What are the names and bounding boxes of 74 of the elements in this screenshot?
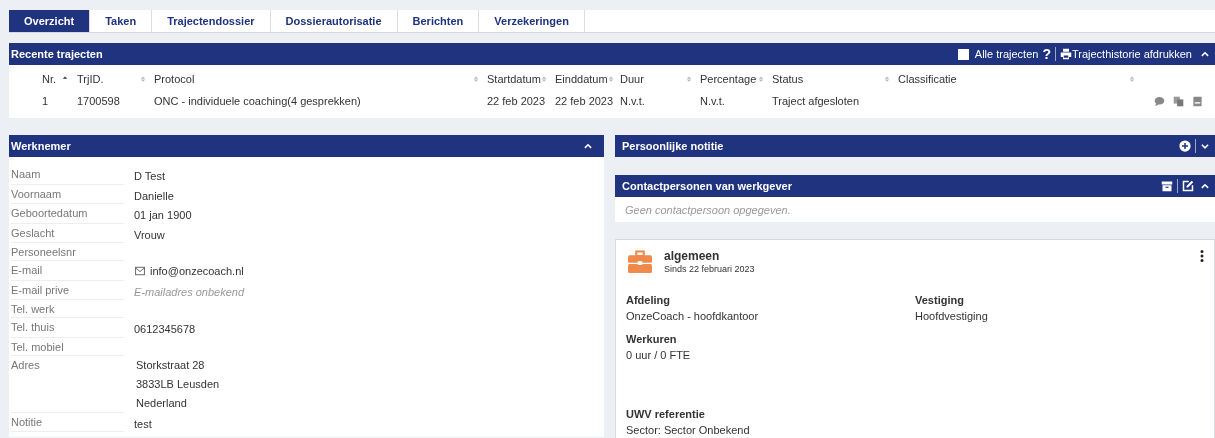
column-header: Nr. bbox=[42, 71, 57, 87]
field-value: 0612345678 bbox=[134, 323, 196, 335]
chevron-icon[interactable] bbox=[583, 141, 593, 151]
panel-title: Werknemer bbox=[11, 138, 71, 154]
group-label: Werkuren bbox=[626, 333, 678, 346]
group-label: Afdeling bbox=[626, 294, 671, 307]
mail-icon bbox=[134, 266, 146, 276]
add-icon[interactable] bbox=[1179, 140, 1191, 152]
archive-icon[interactable] bbox=[1161, 180, 1173, 192]
chevron-icon[interactable] bbox=[1200, 181, 1210, 191]
column-header: TrjID. bbox=[77, 71, 104, 87]
field-label: Tel. werk bbox=[11, 300, 124, 318]
column-header: Startdatum bbox=[487, 71, 541, 87]
field-label: E-mail bbox=[11, 261, 124, 281]
table-cell: 22 feb 2023 bbox=[555, 94, 614, 107]
checkbox-label[interactable]: Alle trajecten bbox=[974, 45, 1039, 63]
chevron-icon[interactable] bbox=[1200, 49, 1210, 59]
group-label: UWV referentie bbox=[626, 408, 706, 421]
panel-title: Persoonlijke notitie bbox=[622, 138, 724, 154]
field-value: E-mailadres onbekend bbox=[134, 285, 245, 298]
edit-icon[interactable] bbox=[1182, 180, 1194, 192]
table-cell: 1 bbox=[42, 94, 49, 107]
field-value: Danielle bbox=[134, 189, 174, 202]
field-label: Tel. mobiel bbox=[11, 337, 124, 356]
copy-icon[interactable] bbox=[1173, 95, 1184, 107]
printer-icon[interactable] bbox=[1059, 48, 1072, 60]
table-cell: N.v.t. bbox=[620, 94, 645, 107]
field-label: Naam bbox=[11, 165, 124, 185]
group-value: Sector: Sector Onbekend bbox=[626, 424, 751, 437]
field-label: E-mail prive bbox=[11, 280, 124, 300]
column-header: Duur bbox=[620, 71, 644, 87]
more-icon[interactable] bbox=[1200, 250, 1204, 262]
field-value: D Test bbox=[134, 170, 165, 182]
table-cell: ONC - individuele coaching(4 gesprekken) bbox=[154, 94, 361, 107]
field-label: Personeelsnr bbox=[11, 243, 124, 261]
field-label: Tel. thuis bbox=[11, 318, 124, 338]
column-header: Classificatie bbox=[898, 71, 957, 87]
column-header: Einddatum bbox=[555, 71, 608, 87]
book-icon[interactable] bbox=[1192, 95, 1203, 107]
column-header: Protocol bbox=[154, 71, 195, 87]
column-header: Status bbox=[772, 71, 804, 87]
table-cell: Traject afgesloten bbox=[772, 94, 860, 107]
field-value: Nederland bbox=[136, 395, 188, 411]
help-icon[interactable]: ? bbox=[1042, 43, 1051, 65]
panel-title: Contactpersonen van werkgever bbox=[622, 178, 792, 194]
chevron-icon[interactable] bbox=[1200, 141, 1210, 151]
briefcase-icon bbox=[626, 250, 654, 274]
panel-title: Recente trajecten bbox=[11, 46, 103, 62]
table-cell: 22 feb 2023 bbox=[487, 94, 546, 107]
group-value: Hoofdvestiging bbox=[915, 310, 989, 323]
field-value: Vrouw bbox=[134, 228, 165, 241]
field-value: 3833LB Leusden bbox=[136, 376, 220, 392]
table-cell: 1700598 bbox=[77, 94, 120, 107]
empty-message: Geen contactpersoon opgegeven. bbox=[625, 204, 791, 216]
field-label: Adres bbox=[11, 355, 124, 413]
field-label: Notitie bbox=[11, 412, 124, 432]
since-date: Sinds 22 februari 2023 bbox=[664, 263, 755, 276]
checkbox[interactable] bbox=[957, 48, 969, 60]
field-label: Geslacht bbox=[11, 223, 124, 243]
table-cell: N.v.t. bbox=[700, 94, 725, 107]
group-value: 0 uur / 0 FTE bbox=[626, 349, 692, 362]
card-title: algemeen bbox=[664, 250, 721, 263]
group-value: OnzeCoach - hoofdkantoor bbox=[626, 310, 760, 323]
field-value: 01 jan 1900 bbox=[134, 209, 192, 221]
group-label: Vestiging bbox=[915, 294, 965, 307]
field-label: Geboortedatum bbox=[11, 204, 124, 224]
tab[interactable]: Overzicht bbox=[9, 10, 91, 32]
email-link[interactable]: info@onzecoach.nl bbox=[150, 265, 244, 277]
field-value: test bbox=[134, 417, 152, 430]
print-link[interactable]: Trajecthistorie afdrukken bbox=[1071, 45, 1192, 63]
column-header: Percentage bbox=[700, 71, 757, 87]
field-value: Storkstraat 28 bbox=[136, 357, 206, 373]
comment-icon[interactable] bbox=[1154, 95, 1165, 107]
field-label: Voornaam bbox=[11, 184, 124, 204]
